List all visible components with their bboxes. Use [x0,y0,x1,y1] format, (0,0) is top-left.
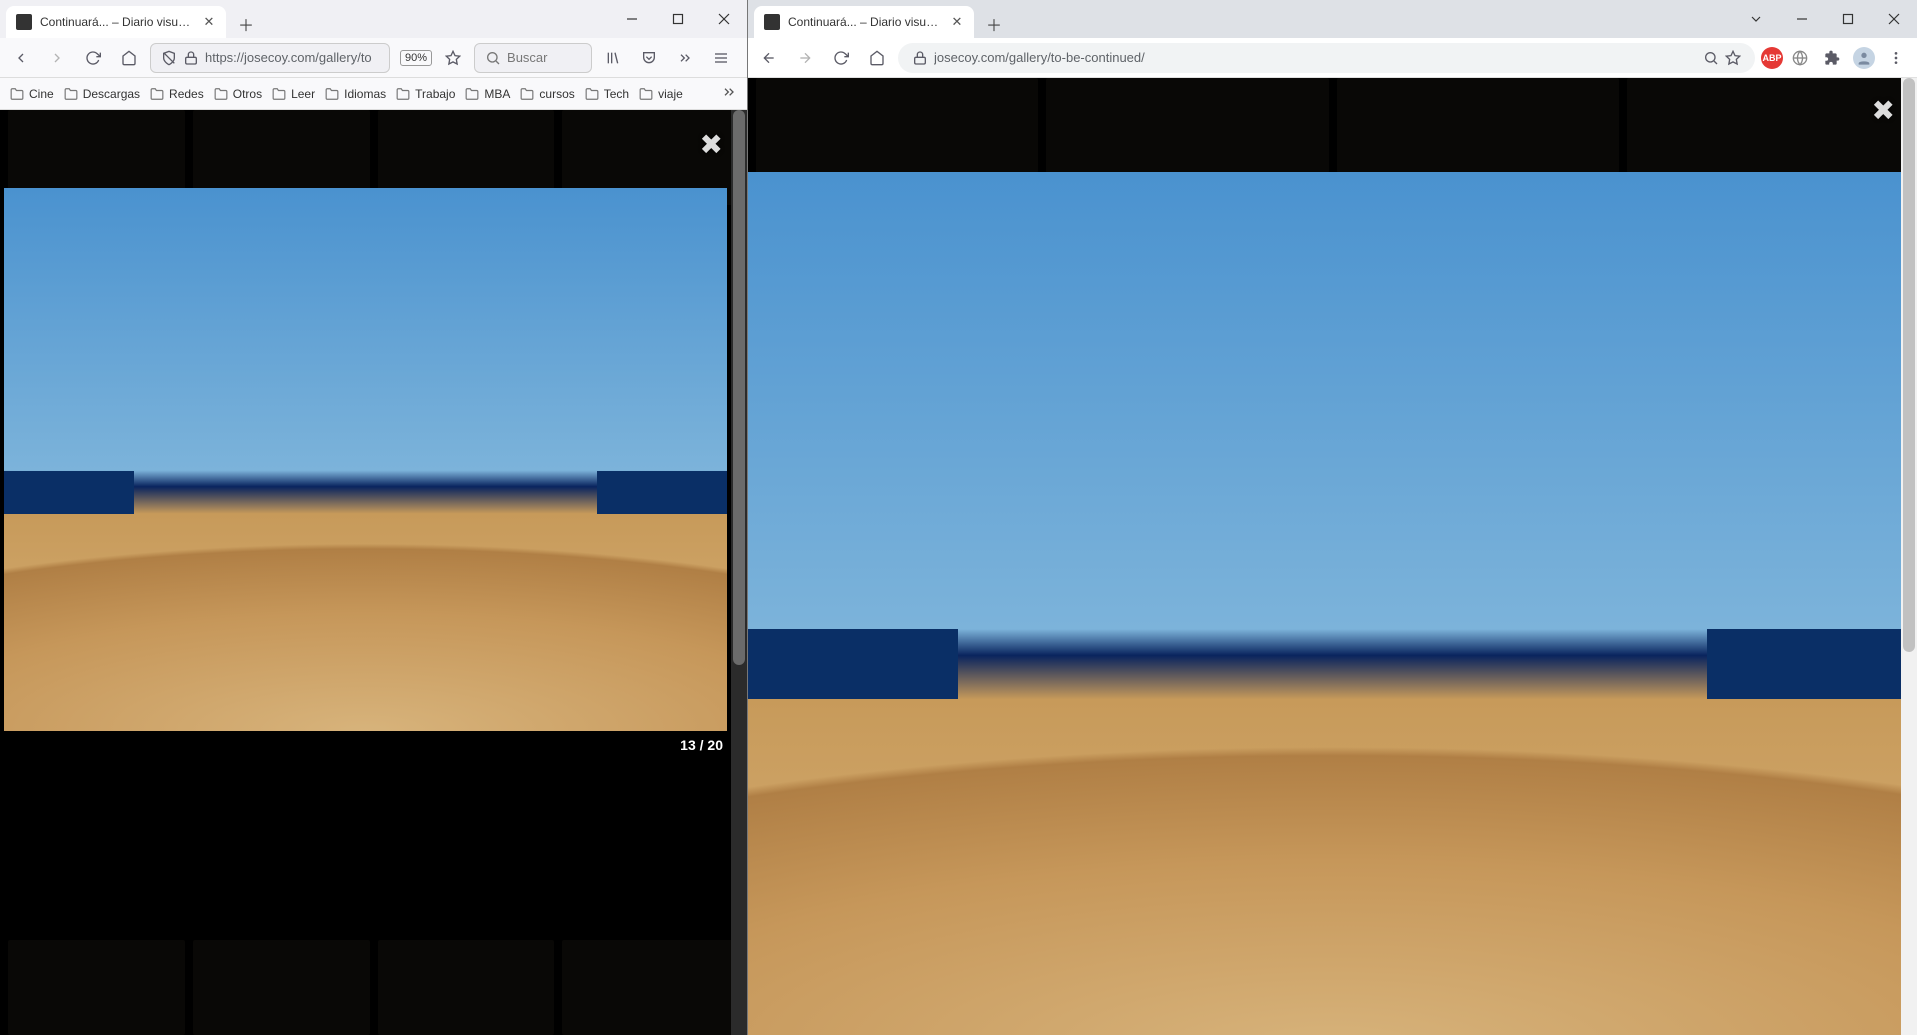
bookmark-item[interactable]: Trabajo [396,87,455,101]
tab-strip: Continuará... – Diario visual de Jc ✕ ＋ [748,0,1008,38]
pocket-icon[interactable] [634,43,664,73]
chrome-menu-button[interactable] [1881,43,1911,73]
lightbox-close-icon[interactable]: ✖ [1872,94,1895,127]
zoom-level[interactable]: 90% [400,50,432,66]
folder-icon [214,87,228,101]
lightbox-counter: 13 / 20 [4,731,727,755]
bookmark-item[interactable]: Leer [272,87,315,101]
tab-strip: Continuará... – Diario visual de ✕ ＋ [0,0,260,38]
extensions-puzzle-icon[interactable] [1817,43,1847,73]
address-bar[interactable]: https://josecoy.com/gallery/to [150,43,390,73]
bookmark-item[interactable]: cursos [520,87,574,101]
window-controls [609,0,747,38]
tab-title: Continuará... – Diario visual de Jc [788,15,942,29]
search-bar[interactable]: Buscar [474,43,592,73]
folder-icon [396,87,410,101]
browser-tab[interactable]: Continuará... – Diario visual de Jc ✕ [754,6,974,38]
minimize-button[interactable] [609,0,655,38]
folder-icon [325,87,339,101]
toolbar: https://josecoy.com/gallery/to 90% Busca… [0,38,747,78]
bookmark-item[interactable]: Tech [585,87,629,101]
firefox-window: Continuará... – Diario visual de ✕ ＋ htt… [0,0,748,1035]
page-content: ✖ 13 / 20 [0,110,747,1035]
search-icon [485,50,501,66]
address-bar[interactable]: josecoy.com/gallery/to-be-continued/ [898,43,1755,73]
bookmarks-bar: Cine Descargas Redes Otros Leer Idiomas … [0,78,747,110]
folder-icon [520,87,534,101]
folder-icon [465,87,479,101]
maximize-button[interactable] [1825,0,1871,38]
maximize-button[interactable] [655,0,701,38]
window-controls [1733,0,1917,38]
forward-button[interactable] [42,43,72,73]
scrollbar[interactable] [731,110,747,1035]
back-button[interactable] [754,43,784,73]
extension-abp-icon[interactable]: ABP [1761,47,1783,69]
search-placeholder: Buscar [507,50,547,65]
lightbox: 13 / 20 [748,172,1917,1035]
app-menu-button[interactable] [706,43,736,73]
lightbox-image[interactable] [748,172,1917,1035]
caret-down-icon[interactable] [1733,0,1779,38]
folder-icon [585,87,599,101]
browser-tab[interactable]: Continuará... – Diario visual de ✕ [6,6,226,38]
bookmark-star-icon[interactable] [1725,50,1741,66]
lock-icon [183,50,199,66]
close-tab-icon[interactable]: ✕ [202,15,216,29]
reload-button[interactable] [826,43,856,73]
scrollbar-thumb[interactable] [733,110,745,665]
close-window-button[interactable] [701,0,747,38]
home-button[interactable] [114,43,144,73]
folder-icon [639,87,653,101]
folder-icon [272,87,286,101]
favicon [764,14,780,30]
url-text: josecoy.com/gallery/to-be-continued/ [934,50,1697,65]
new-tab-button[interactable]: ＋ [980,10,1008,38]
bookmark-item[interactable]: Redes [150,87,204,101]
home-button[interactable] [862,43,892,73]
overflow-chevron-icon[interactable] [670,43,700,73]
bookmark-item[interactable]: Cine [10,87,54,101]
bookmark-item[interactable]: Otros [214,87,262,101]
back-button[interactable] [6,43,36,73]
titlebar: Continuará... – Diario visual de ✕ ＋ [0,0,747,38]
zoom-icon[interactable] [1703,50,1719,66]
lock-icon [912,50,928,66]
minimize-button[interactable] [1779,0,1825,38]
url-text: https://josecoy.com/gallery/to [205,50,379,65]
new-tab-button[interactable]: ＋ [232,10,260,38]
bookmark-star-icon[interactable] [438,43,468,73]
scrollbar-thumb[interactable] [1903,78,1915,652]
page-content: ✖ 13 / 20 [748,78,1917,1035]
folder-icon [10,87,24,101]
reload-button[interactable] [78,43,108,73]
close-tab-icon[interactable]: ✕ [950,15,964,29]
tab-title: Continuará... – Diario visual de [40,15,194,29]
lightbox-image[interactable] [4,188,727,731]
chrome-window: Continuará... – Diario visual de Jc ✕ ＋ … [748,0,1917,1035]
titlebar: Continuará... – Diario visual de Jc ✕ ＋ [748,0,1917,38]
lightbox: 13 / 20 [4,188,727,755]
bookmarks-overflow-icon[interactable] [721,84,737,103]
bookmark-item[interactable]: MBA [465,87,510,101]
bookmark-item[interactable]: Idiomas [325,87,386,101]
shield-icon [161,50,177,66]
lightbox-close-icon[interactable]: ✖ [700,128,723,161]
folder-icon [150,87,164,101]
extension-globe-icon[interactable] [1789,47,1811,69]
bookmark-item[interactable]: viaje [639,87,683,101]
toolbar: josecoy.com/gallery/to-be-continued/ ABP [748,38,1917,78]
folder-icon [64,87,78,101]
forward-button[interactable] [790,43,820,73]
scrollbar[interactable] [1901,78,1917,1035]
profile-avatar-icon[interactable] [1853,47,1875,69]
library-icon[interactable] [598,43,628,73]
close-window-button[interactable] [1871,0,1917,38]
favicon [16,14,32,30]
bookmark-item[interactable]: Descargas [64,87,140,101]
